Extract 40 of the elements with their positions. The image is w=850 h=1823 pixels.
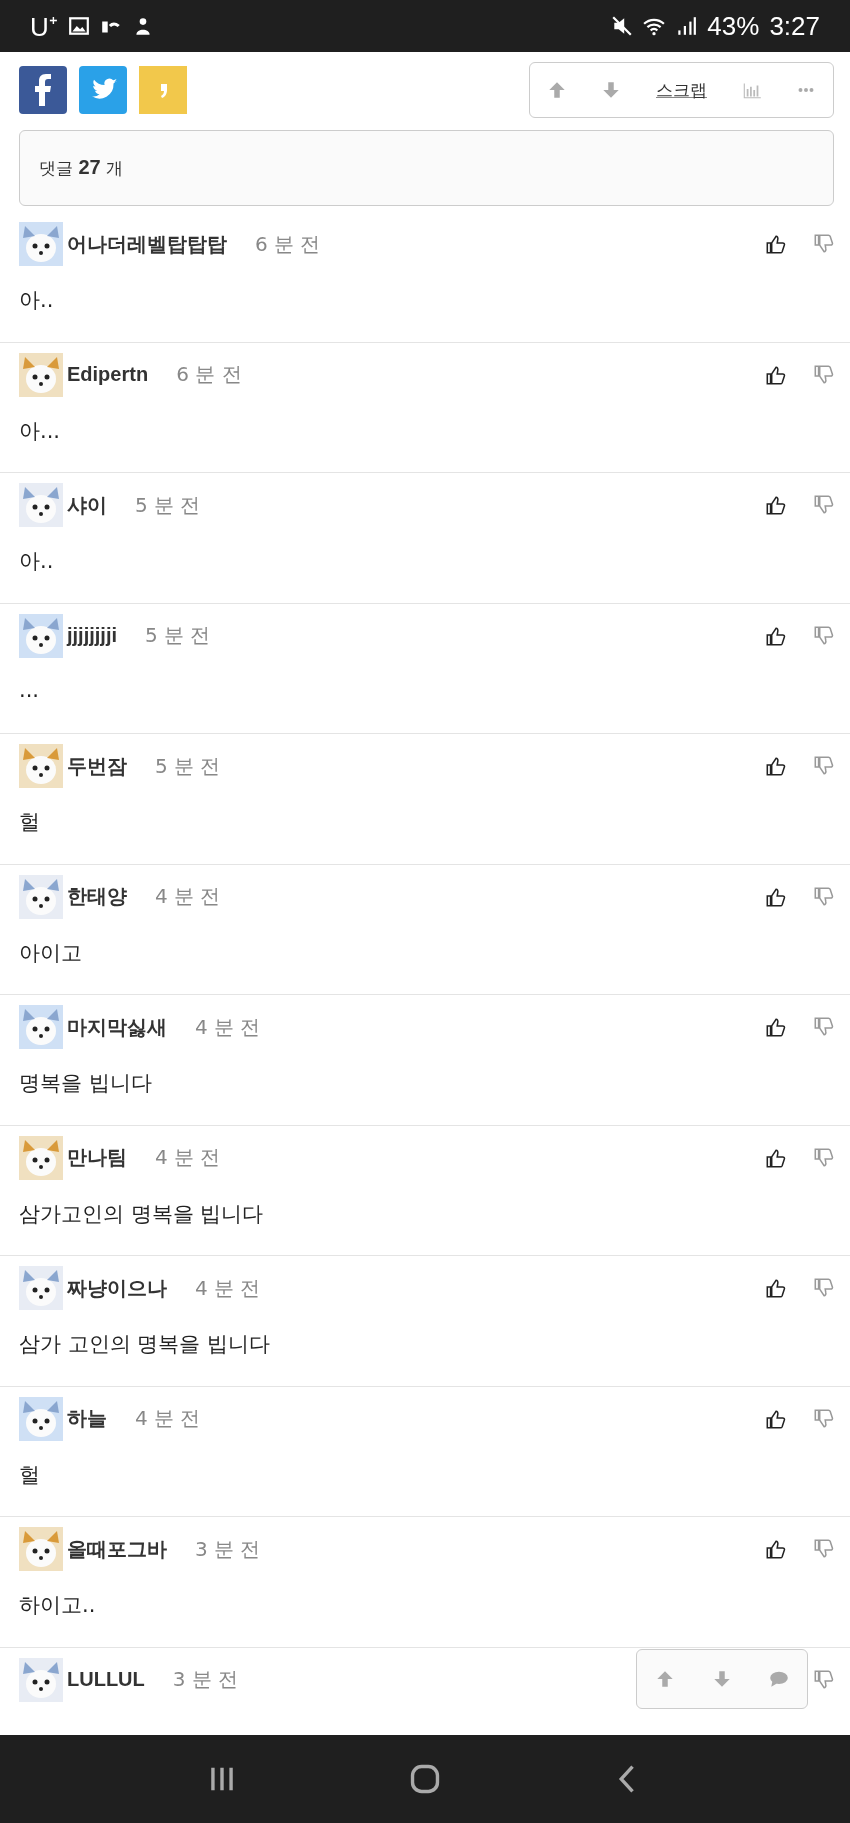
comment-text: 헐 [19, 1461, 41, 1489]
comment-time: 3 분 전 [195, 1535, 261, 1563]
comment-time: 6 분 전 [255, 230, 321, 258]
comment-text: 아.. [19, 548, 55, 575]
comment-author[interactable]: 마지막싫새 [67, 1013, 167, 1041]
comment-text: 아.. [19, 287, 55, 314]
comment-time: 5 분 전 [155, 752, 221, 780]
comment-author[interactable]: 두번잠 [67, 752, 127, 780]
comment-text: 삼가고인의 명복을 빕니다 [19, 1200, 265, 1228]
comment-author[interactable]: 샤이 [67, 491, 107, 519]
comment-time: 4 분 전 [155, 883, 221, 910]
comment-author[interactable]: 어나더레벨탑탑탑 [67, 230, 227, 258]
comment-time: 4 분 전 [155, 1144, 221, 1171]
comment-author[interactable]: 하늘 [67, 1405, 107, 1432]
comment-text: 명복을 빕니다 [19, 1070, 153, 1097]
clock: 3:27 [769, 10, 820, 42]
comment-author[interactable]: 한태양 [67, 883, 127, 910]
scrap-button[interactable]: 스크랩 [654, 76, 709, 104]
comment-author[interactable]: Edipertn [67, 363, 149, 386]
carrier-label: U⁺ [30, 11, 58, 44]
comment-author[interactable]: 짜냥이으나 [67, 1274, 167, 1302]
comment-text: 아... [19, 417, 62, 445]
comment-time: 4 분 전 [195, 1274, 261, 1302]
battery-label: 43% [707, 10, 760, 42]
comment-author[interactable]: 올때포그바 [67, 1535, 167, 1563]
comment-text: ... [19, 677, 41, 702]
comment-text: 하이고.. [19, 1592, 97, 1619]
comment-author[interactable]: LULLUL [67, 1668, 145, 1691]
comment-text: 헐 [19, 809, 41, 836]
comment-time: 5 분 전 [135, 491, 201, 519]
comment-time: 3 분 전 [172, 1666, 239, 1693]
comment-time: 4 분 전 [135, 1405, 201, 1432]
comment-author[interactable]: jjjjjjjji [67, 624, 117, 647]
comment-time: 6 분 전 [176, 361, 242, 388]
comment-time: 4 분 전 [195, 1013, 261, 1041]
comment-text: 아이고 [19, 939, 83, 967]
comment-text: 삼가 고인의 명복을 빕니다 [19, 1331, 272, 1358]
comment-time: 5 분 전 [145, 622, 211, 649]
comment-author[interactable]: 만나팀 [67, 1144, 127, 1171]
comment-count: 댓글 27 개 [39, 156, 124, 180]
